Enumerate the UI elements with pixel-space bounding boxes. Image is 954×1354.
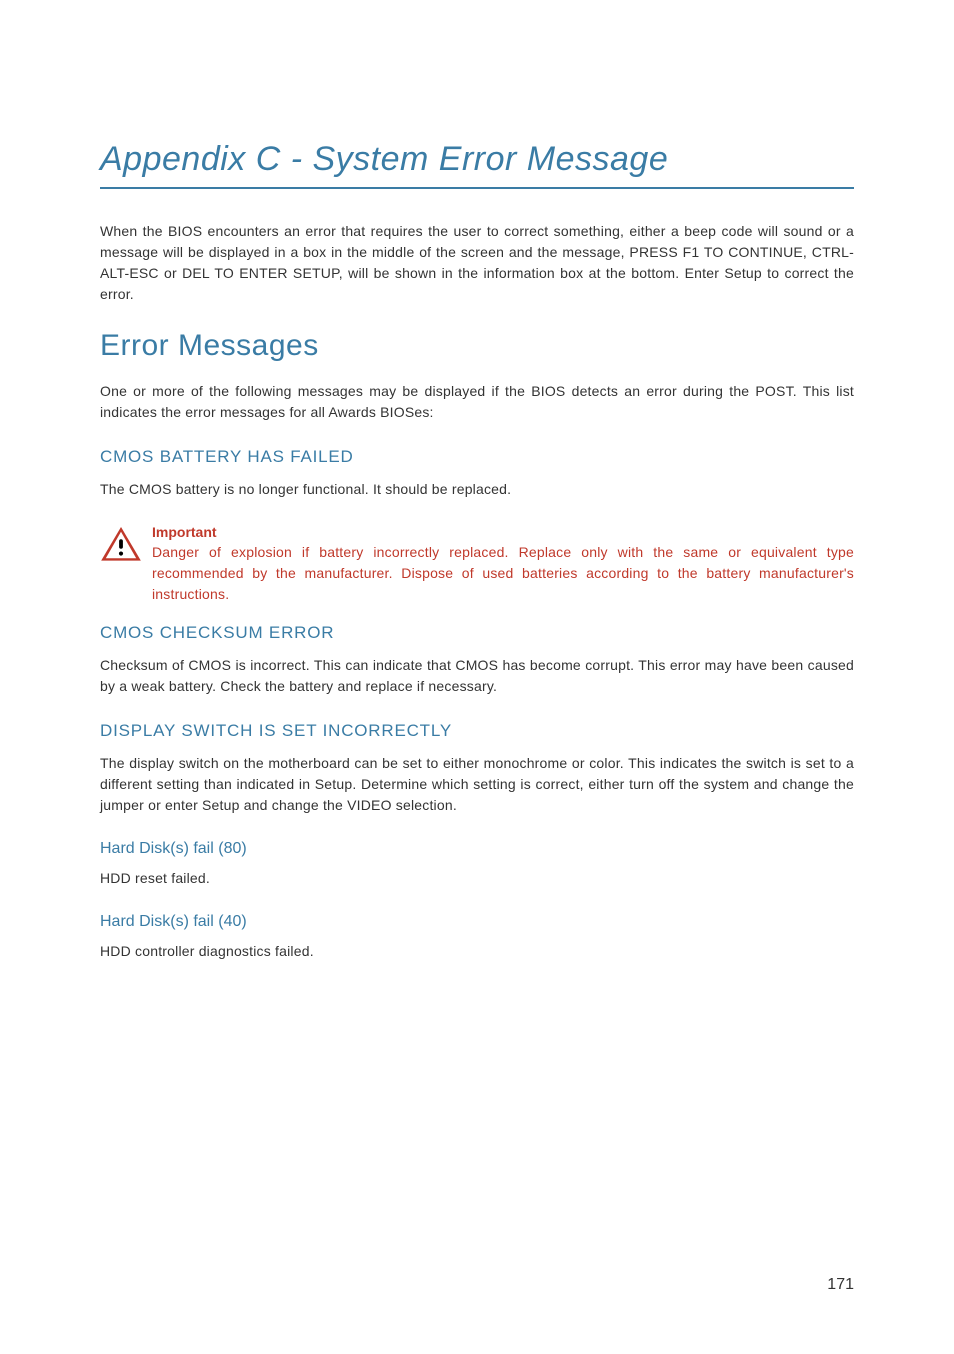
cmos-battery-text: The CMOS battery is no longer functional… bbox=[100, 479, 854, 500]
appendix-title: Appendix C - System Error Message bbox=[100, 140, 854, 189]
hdd-fail-40-text: HDD controller diagnostics failed. bbox=[100, 941, 854, 962]
display-switch-heading: DISPLAY SWITCH IS SET INCORRECTLY bbox=[100, 721, 854, 741]
hdd-fail-80-heading: Hard Disk(s) fail (80) bbox=[100, 840, 854, 858]
error-messages-intro: One or more of the following messages ma… bbox=[100, 381, 854, 423]
document-page: Appendix C - System Error Message When t… bbox=[0, 0, 954, 1046]
display-switch-text: The display switch on the motherboard ca… bbox=[100, 753, 854, 816]
important-text: Danger of explosion if battery incorrect… bbox=[152, 542, 854, 605]
cmos-battery-heading: CMOS BATTERY HAS FAILED bbox=[100, 447, 854, 467]
page-number: 171 bbox=[827, 1276, 854, 1294]
cmos-checksum-text: Checksum of CMOS is incorrect. This can … bbox=[100, 655, 854, 697]
intro-paragraph: When the BIOS encounters an error that r… bbox=[100, 221, 854, 305]
important-notice-block: Important Danger of explosion if battery… bbox=[100, 524, 854, 605]
warning-triangle-icon bbox=[100, 526, 142, 564]
important-content: Important Danger of explosion if battery… bbox=[152, 524, 854, 605]
hdd-fail-40-heading: Hard Disk(s) fail (40) bbox=[100, 913, 854, 931]
cmos-checksum-heading: CMOS CHECKSUM ERROR bbox=[100, 623, 854, 643]
error-messages-heading: Error Messages bbox=[100, 329, 854, 363]
important-label: Important bbox=[152, 524, 854, 540]
hdd-fail-80-text: HDD reset failed. bbox=[100, 868, 854, 889]
